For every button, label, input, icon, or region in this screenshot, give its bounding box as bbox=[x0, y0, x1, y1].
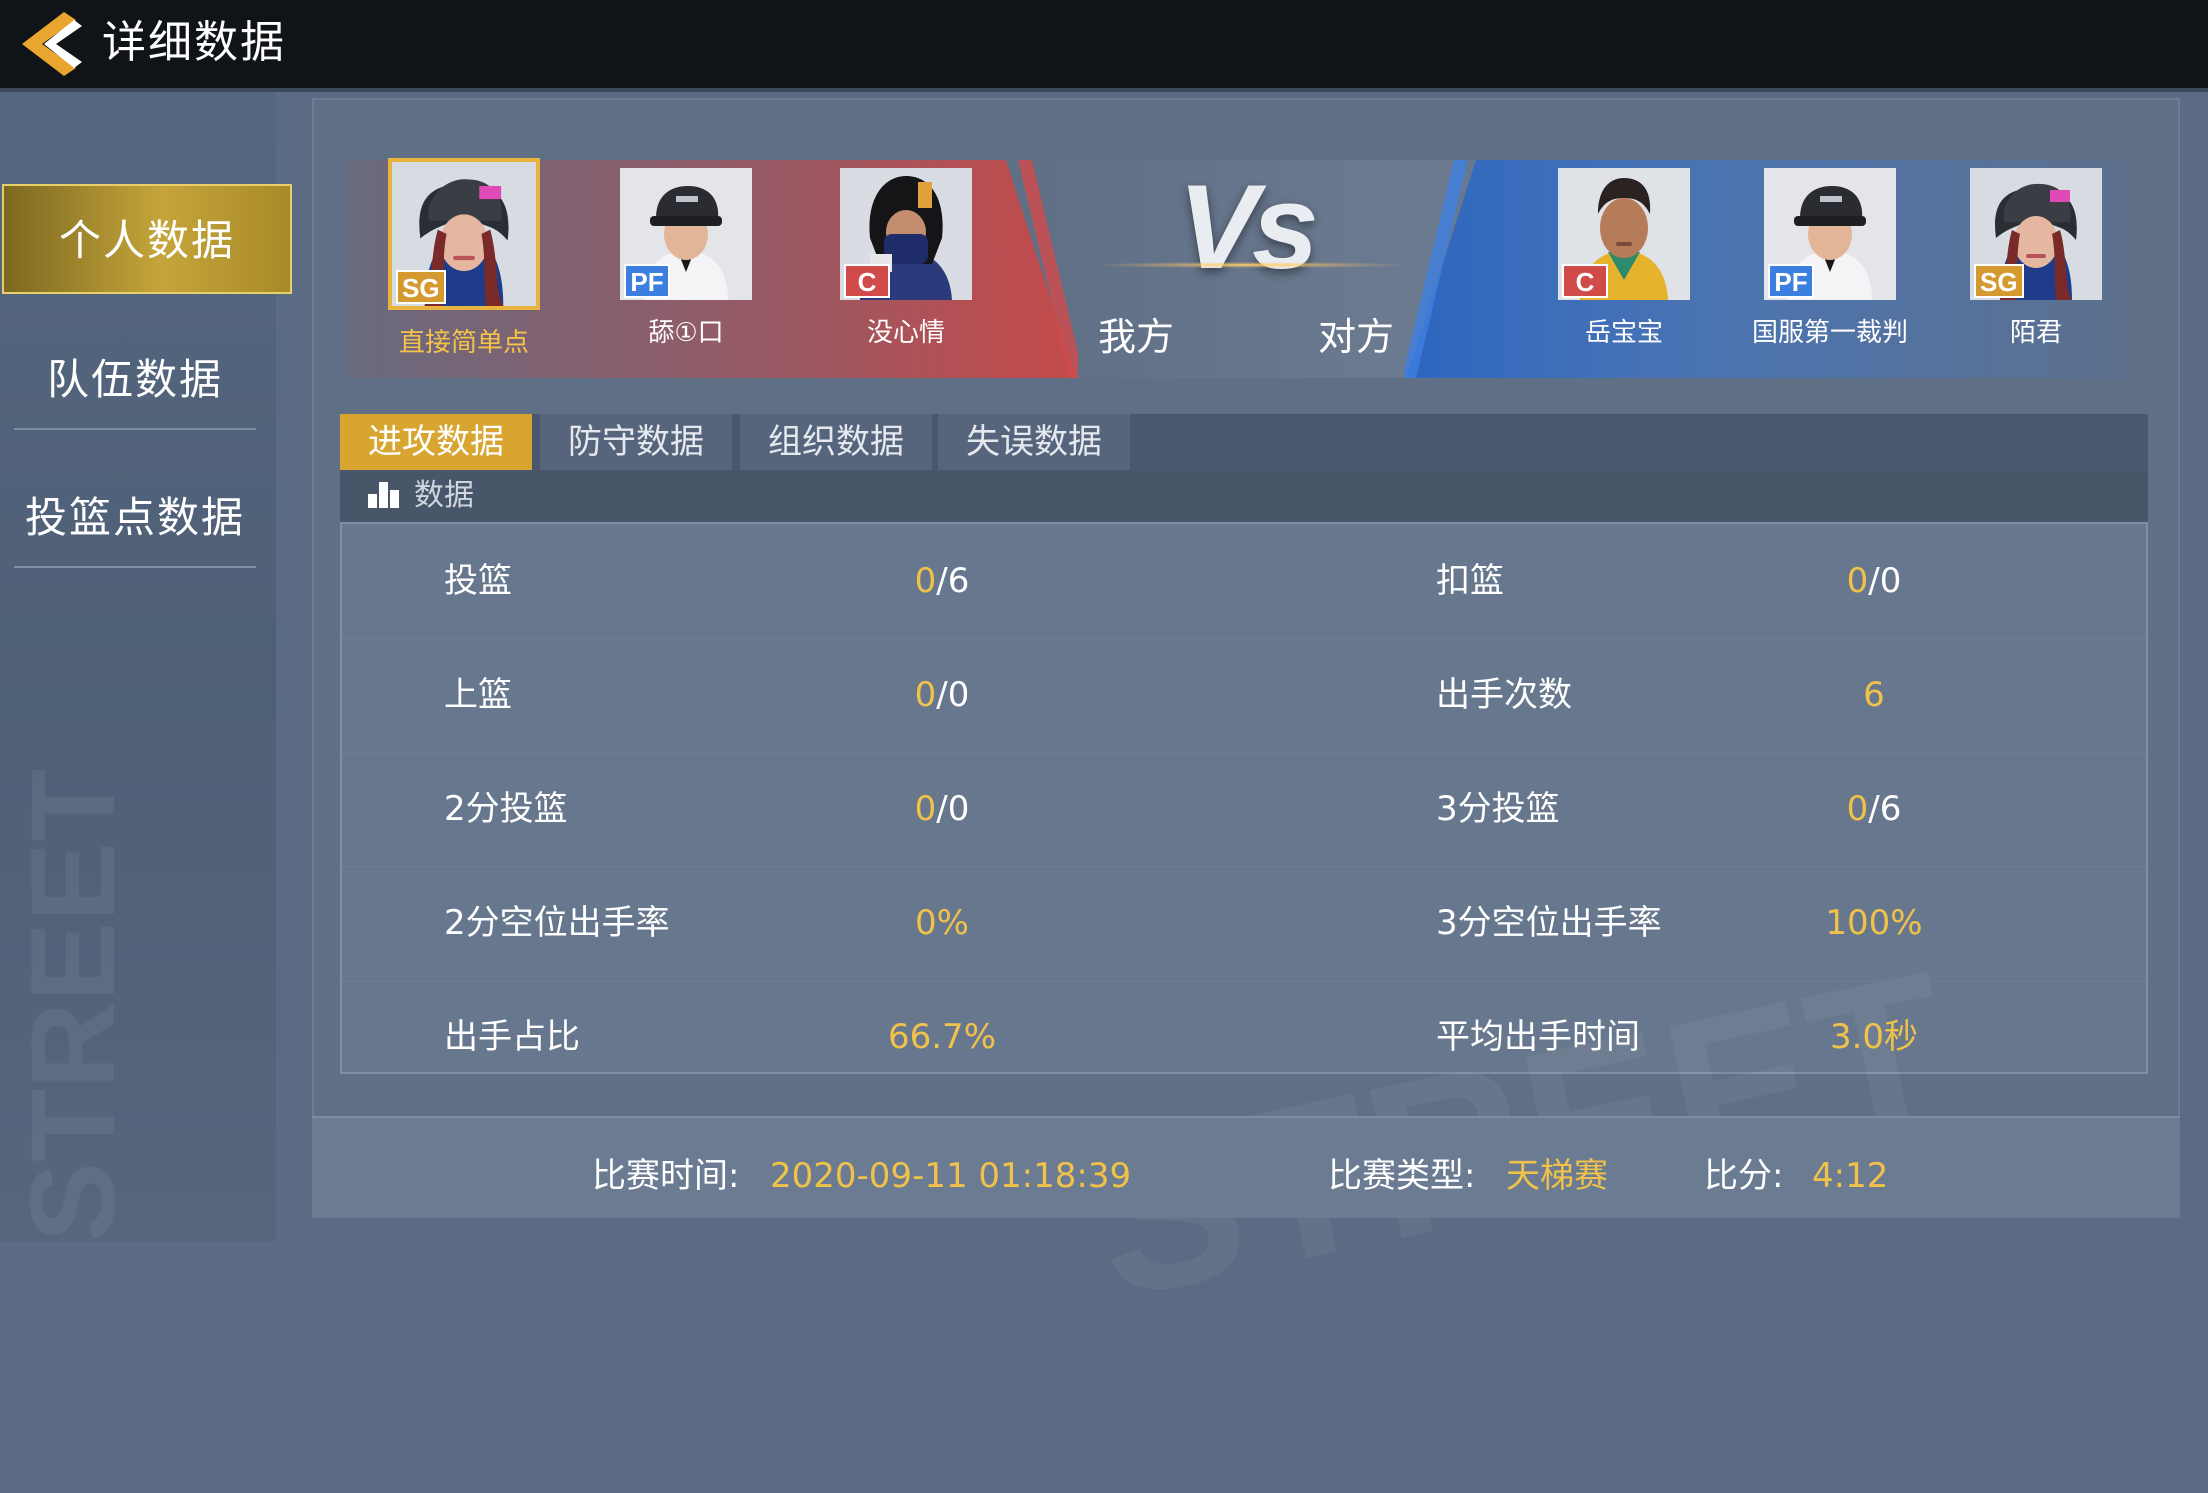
match-type-label: 比赛类型: bbox=[1328, 1156, 1476, 1196]
match-type-value: 天梯赛 bbox=[1506, 1156, 1608, 1196]
position-badge: C bbox=[844, 264, 890, 298]
stat-label: 上篮 bbox=[444, 675, 512, 715]
sidebar-item-shot-chart[interactable]: 投篮点数据 bbox=[14, 466, 256, 570]
player-name: 陌君 bbox=[2009, 318, 2062, 348]
player-card-my-1[interactable]: SG 直接简单点 bbox=[384, 158, 544, 359]
sidebar-item-team-data[interactable]: 队伍数据 bbox=[14, 328, 256, 432]
top-bar: 详细数据 bbox=[0, 0, 2208, 88]
player-avatar: SG bbox=[388, 158, 540, 310]
player-card-opp-1[interactable]: C 岳宝宝 bbox=[1544, 168, 1704, 349]
position-badge: PF bbox=[624, 264, 670, 298]
match-time-label: 比赛时间: bbox=[592, 1156, 740, 1196]
stat-label: 平均出手时间 bbox=[1436, 1017, 1640, 1057]
vs-logo: Vs bbox=[1178, 160, 1319, 294]
tab-label: 防守数据 bbox=[568, 422, 704, 462]
stat-label: 3分空位出手率 bbox=[1436, 903, 1662, 943]
player-avatar: PF bbox=[620, 168, 752, 300]
tab-label: 失误数据 bbox=[966, 422, 1102, 462]
player-avatar: C bbox=[1558, 168, 1690, 300]
stat-value: 0/0 bbox=[1846, 561, 1902, 601]
tab-playmaking[interactable]: 组织数据 bbox=[740, 414, 932, 470]
stats-section-header: 数据 bbox=[340, 470, 2148, 522]
stats-row: 2分空位出手率 0% 3分空位出手率 100% bbox=[342, 866, 2146, 982]
stats-tab-bar: 进攻数据 防守数据 组织数据 失误数据 bbox=[340, 414, 2148, 480]
stat-value: 6 bbox=[1863, 675, 1885, 715]
stat-label: 出手次数 bbox=[1436, 675, 1572, 715]
stat-value: 3.0秒 bbox=[1829, 1017, 1919, 1057]
player-avatar: SG bbox=[1970, 168, 2102, 300]
vs-glow bbox=[1100, 262, 1400, 268]
player-avatar: C bbox=[840, 168, 972, 300]
position-badge: SG bbox=[1974, 264, 2024, 298]
player-card-opp-3[interactable]: SG 陌君 bbox=[1956, 168, 2116, 349]
tab-offense[interactable]: 进攻数据 bbox=[340, 414, 532, 480]
stat-value: 0/6 bbox=[1846, 789, 1902, 829]
stat-value: 0/0 bbox=[914, 789, 970, 829]
stat-value: 100% bbox=[1825, 903, 1923, 943]
player-name: 舔①口 bbox=[648, 318, 724, 348]
player-card-my-2[interactable]: PF 舔①口 bbox=[606, 168, 766, 349]
back-button[interactable] bbox=[14, 4, 90, 84]
sidebar-item-personal-data[interactable]: 个人数据 bbox=[2, 184, 292, 294]
stat-label: 2分空位出手率 bbox=[444, 903, 670, 943]
sidebar-item-label: 队伍数据 bbox=[46, 355, 223, 404]
tab-turnovers[interactable]: 失误数据 bbox=[938, 414, 1130, 470]
stat-value: 0% bbox=[915, 903, 969, 943]
page-title: 详细数据 bbox=[102, 17, 286, 68]
player-name: 直接简单点 bbox=[398, 328, 529, 358]
sidebar-item-label: 个人数据 bbox=[58, 216, 235, 265]
stat-label: 出手占比 bbox=[444, 1017, 580, 1057]
stat-value: 0/6 bbox=[914, 561, 970, 601]
stat-value: 0/0 bbox=[914, 675, 970, 715]
stats-table: STREET 投篮 0/6 扣篮 0/0 上篮 0/0 出手次数 6 2分投篮 … bbox=[340, 522, 2148, 1345]
player-name: 没心情 bbox=[866, 318, 945, 348]
stat-label: 扣篮 bbox=[1436, 561, 1504, 601]
tab-defense[interactable]: 防守数据 bbox=[540, 414, 732, 470]
stat-value: 66.7% bbox=[887, 1017, 996, 1057]
match-time-value: 2020-09-11 01:18:39 bbox=[770, 1156, 1132, 1196]
section-title: 数据 bbox=[414, 478, 474, 513]
stats-row: 上篮 0/0 出手次数 6 bbox=[342, 638, 2146, 754]
tab-label: 组织数据 bbox=[768, 422, 904, 462]
opponent-side-label: 对方 bbox=[1318, 315, 1395, 359]
sidebar-item-label: 投篮点数据 bbox=[24, 493, 245, 542]
top-bar-divider bbox=[0, 88, 2208, 92]
stats-row: 投篮 0/6 扣篮 0/0 bbox=[342, 524, 2146, 640]
bar-chart-icon bbox=[368, 482, 399, 508]
stats-row: 出手占比 66.7% 平均出手时间 3.0秒 bbox=[342, 980, 2146, 1094]
player-card-opp-2[interactable]: PF 国服第一裁判 bbox=[1750, 168, 1910, 349]
score-value: 4:12 bbox=[1812, 1156, 1889, 1196]
chevron-left-icon bbox=[22, 12, 82, 76]
position-badge: SG bbox=[396, 270, 446, 304]
player-name: 国服第一裁判 bbox=[1751, 318, 1908, 348]
position-badge: C bbox=[1562, 264, 1608, 298]
player-avatar: PF bbox=[1764, 168, 1896, 300]
position-badge: PF bbox=[1768, 264, 1814, 298]
stats-row: 2分投篮 0/0 3分投篮 0/6 bbox=[342, 752, 2146, 868]
sidebar-divider bbox=[14, 566, 256, 568]
stat-label: 2分投篮 bbox=[444, 789, 568, 829]
score-label: 比分: bbox=[1704, 1156, 1784, 1196]
my-side-label: 我方 bbox=[1098, 315, 1175, 359]
sidebar-divider bbox=[14, 428, 256, 430]
sidebar-watermark: STREET bbox=[6, 768, 140, 1242]
stat-label: 投篮 bbox=[444, 561, 512, 601]
player-card-my-3[interactable]: C 没心情 bbox=[826, 168, 986, 349]
player-name: 岳宝宝 bbox=[1584, 318, 1663, 348]
stat-label: 3分投篮 bbox=[1436, 789, 1560, 829]
tab-label: 进攻数据 bbox=[368, 422, 504, 462]
